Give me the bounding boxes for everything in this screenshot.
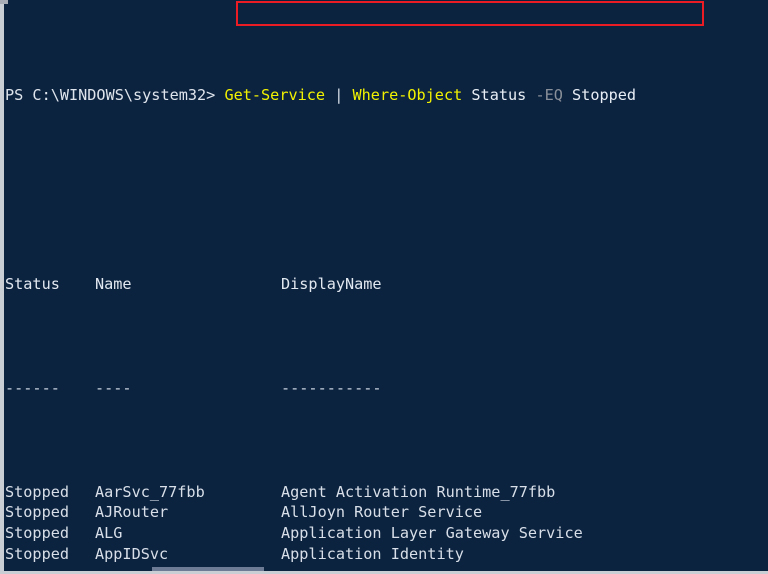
- cell-status: Stopped: [5, 544, 70, 563]
- table-row: Stopped AppIDSvc Application Identity: [5, 544, 768, 565]
- cell-display-name: Agent Activation Runtime_77fbb: [281, 482, 556, 501]
- command-token-space-5: [563, 86, 572, 104]
- command-token-operator-eq[interactable]: -EQ: [535, 86, 562, 104]
- cell-name: AarSvc_77fbb: [95, 482, 205, 501]
- table-rule-row: ------ ---- -----------: [5, 378, 768, 399]
- cell-display-name: Application Identity: [281, 544, 464, 563]
- command-token-get-service[interactable]: Get-Service: [224, 86, 325, 104]
- console-text-buffer[interactable]: PS C:\WINDOWS\system32> Get-Service | Wh…: [5, 0, 768, 574]
- cell-name: ALG: [95, 524, 123, 543]
- table-row: Stopped ALG Application Layer Gateway Serv…: [5, 523, 768, 544]
- cell-status: Stopped: [5, 524, 70, 543]
- command-token-pipe: |: [334, 86, 344, 105]
- column-rule-status: ------: [5, 378, 60, 397]
- command-token-value-stopped[interactable]: Stopped: [572, 86, 636, 104]
- prompt-line[interactable]: PS C:\WINDOWS\system32> Get-Service | Wh…: [5, 83, 768, 107]
- command-token-where-object[interactable]: Where-Object: [353, 86, 463, 104]
- cell-name: AJRouter: [95, 503, 169, 522]
- cell-status: Stopped: [5, 482, 70, 501]
- column-rule-display-name: -----------: [281, 378, 382, 397]
- console-bottom-edge: [0, 566, 768, 574]
- cell-status: Stopped: [5, 503, 70, 522]
- column-header-name: Name: [95, 274, 132, 293]
- command-token-space-2: [343, 86, 352, 104]
- table-row: Stopped AJRouter AllJoyn Router Service: [5, 502, 768, 523]
- window-corner-nub: [0, 0, 8, 4]
- command-token-property-status[interactable]: Status: [471, 86, 526, 104]
- cell-name: AppIDSvc: [95, 544, 169, 563]
- table-row: Stopped AarSvc_77fbb Agent Activation Runt…: [5, 482, 768, 503]
- powershell-console-window[interactable]: PS C:\WINDOWS\system32> Get-Service | Wh…: [0, 0, 768, 574]
- cell-display-name: Application Layer Gateway Service: [281, 524, 583, 543]
- cell-display-name: AllJoyn Router Service: [281, 503, 483, 522]
- table-header-row: Status Name DisplayName: [5, 274, 768, 295]
- window-left-edge: [0, 0, 4, 574]
- column-header-status: Status: [5, 274, 60, 293]
- column-rule-name: ----: [95, 378, 132, 397]
- table-rows-container: Stopped AarSvc_77fbb Agent Activation Runt…: [5, 482, 768, 574]
- command-token-space-1: [325, 86, 334, 104]
- column-header-display-name: DisplayName: [281, 274, 382, 293]
- prompt-prefix: PS C:\WINDOWS\system32>: [5, 86, 225, 105]
